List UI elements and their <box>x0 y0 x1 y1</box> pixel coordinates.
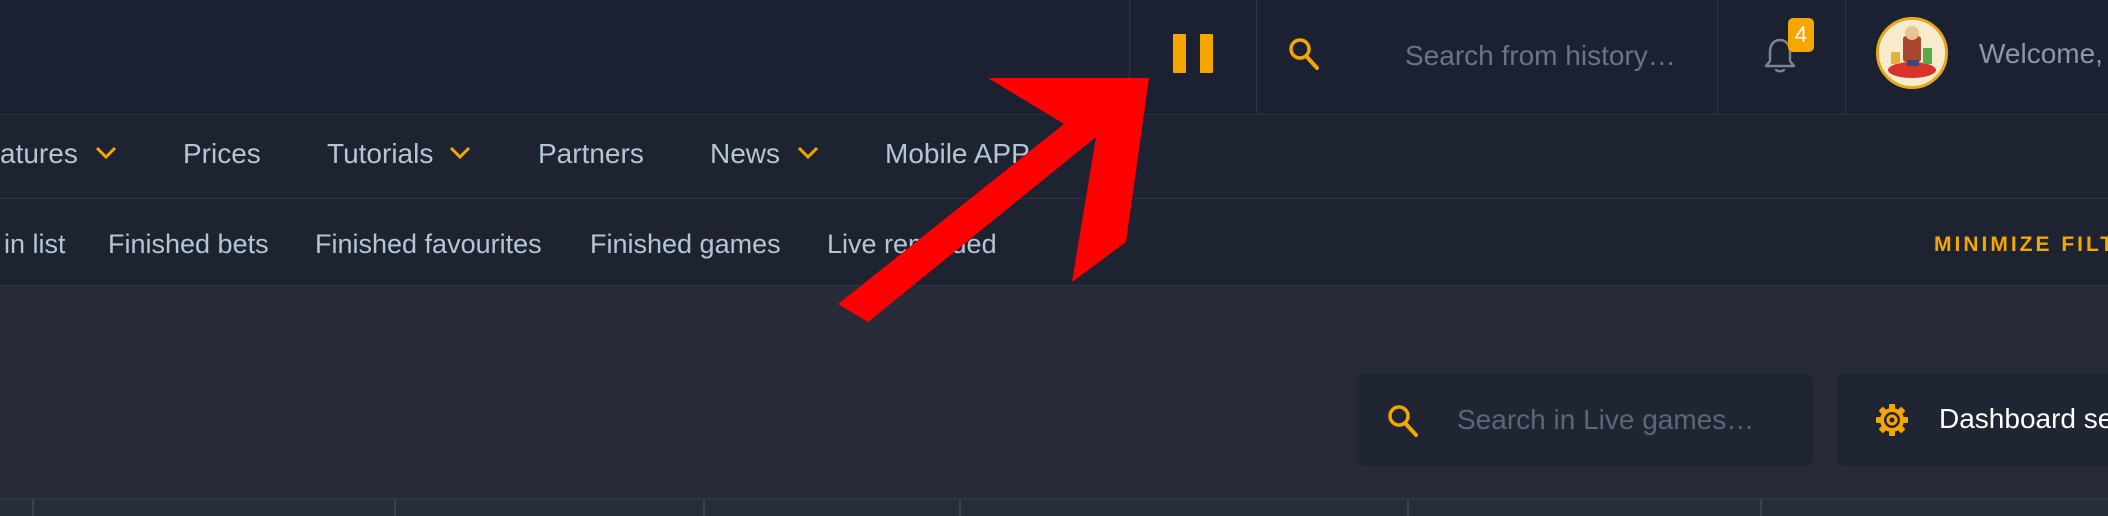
chevron-down-icon <box>797 146 819 160</box>
notifications-button[interactable]: 4 <box>1718 0 1846 114</box>
filter-live-reminded[interactable]: Live reminded <box>827 229 997 260</box>
chevron-down-icon <box>449 146 471 160</box>
pause-icon <box>1130 0 1256 114</box>
table-header-strip <box>0 498 2108 516</box>
notification-count-badge: 4 <box>1788 18 1814 52</box>
chevron-down-icon <box>95 146 117 160</box>
column-divider <box>1760 499 1762 516</box>
column-divider <box>959 499 961 516</box>
search-icon <box>1289 38 1319 70</box>
avatar[interactable] <box>1876 17 1948 89</box>
nav-item-features[interactable]: atures <box>0 138 78 170</box>
filter-finished-bets[interactable]: Finished bets <box>108 229 269 260</box>
column-divider <box>32 499 34 516</box>
column-divider <box>1407 499 1409 516</box>
gear-icon <box>1876 404 1908 436</box>
pause-button[interactable] <box>1130 0 1256 114</box>
nav-item-mobile-app[interactable]: Mobile APP <box>885 138 1030 170</box>
live-games-search-input[interactable]: Search in Live games… <box>1457 404 1754 436</box>
history-search-input[interactable]: Search from history… <box>1405 40 1676 72</box>
avatar-image <box>1879 20 1945 86</box>
dashboard-settings-label: Dashboard settings <box>1939 403 2108 434</box>
history-search[interactable]: Search from history… <box>1257 0 1717 114</box>
nav-item-tutorials[interactable]: Tutorials <box>327 138 433 170</box>
live-games-search[interactable]: Search in Live games… <box>1356 373 1813 466</box>
nav-item-partners[interactable]: Partners <box>538 138 644 170</box>
search-icon <box>1388 405 1418 437</box>
filter-in-list[interactable]: in list <box>4 229 66 260</box>
welcome-text: Welcome, <box>1979 38 2103 69</box>
filter-finished-favourites[interactable]: Finished favourites <box>315 229 542 260</box>
column-divider <box>394 499 396 516</box>
top-bar: Search from history… 4 Welcome, <box>0 0 2108 115</box>
nav-item-news[interactable]: News <box>710 138 780 170</box>
main-nav <box>0 115 2108 199</box>
filter-finished-games[interactable]: Finished games <box>590 229 781 260</box>
dashboard-settings-button[interactable]: Dashboard settings <box>1837 373 2108 466</box>
minimize-filters-button[interactable]: MINIMIZE FILTERS <box>1934 233 2108 257</box>
column-divider <box>703 499 705 516</box>
nav-item-prices[interactable]: Prices <box>183 138 261 170</box>
